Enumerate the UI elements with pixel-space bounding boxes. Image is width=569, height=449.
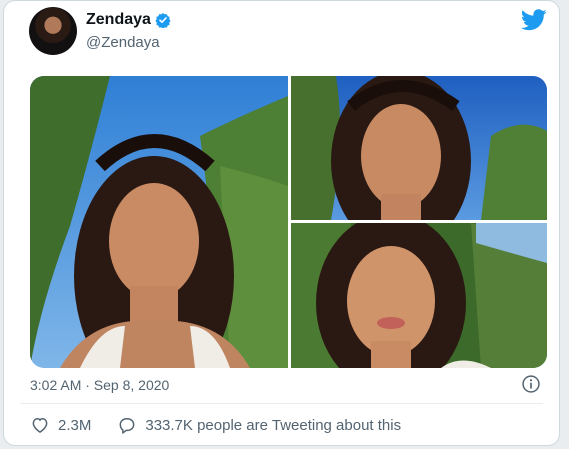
tweet-photo-1[interactable]: [30, 76, 288, 368]
like-count: 2.3M: [58, 416, 92, 434]
author-name-row: Zendaya: [86, 11, 171, 29]
author-avatar[interactable]: [29, 7, 77, 55]
tweet-photo-2[interactable]: [291, 76, 547, 220]
tweet-photo-3[interactable]: [291, 223, 547, 368]
heart-icon: [32, 417, 48, 433]
discussion-text: 333.7K people are Tweeting about this: [145, 416, 402, 434]
tweet-timestamp[interactable]: 3:02 AM · Sep 8, 2020: [30, 377, 169, 393]
media-grid: [30, 76, 547, 368]
author-name[interactable]: Zendaya: [86, 11, 151, 29]
info-icon[interactable]: [521, 374, 541, 394]
tweet-card[interactable]: Zendaya @Zendaya 3:02 AM · Sep 8, 2020 2…: [3, 0, 560, 446]
discussion-link[interactable]: 333.7K people are Tweeting about this: [117, 415, 401, 435]
twitter-bird-icon[interactable]: [521, 9, 547, 31]
like-button[interactable]: 2.3M: [30, 415, 91, 435]
author-handle[interactable]: @Zendaya: [86, 34, 160, 51]
speech-bubble-icon: [119, 418, 135, 434]
verified-badge-icon: [155, 13, 171, 28]
tweet-actions: 2.3M 333.7K people are Tweeting about th…: [30, 415, 427, 435]
divider: [20, 403, 543, 404]
